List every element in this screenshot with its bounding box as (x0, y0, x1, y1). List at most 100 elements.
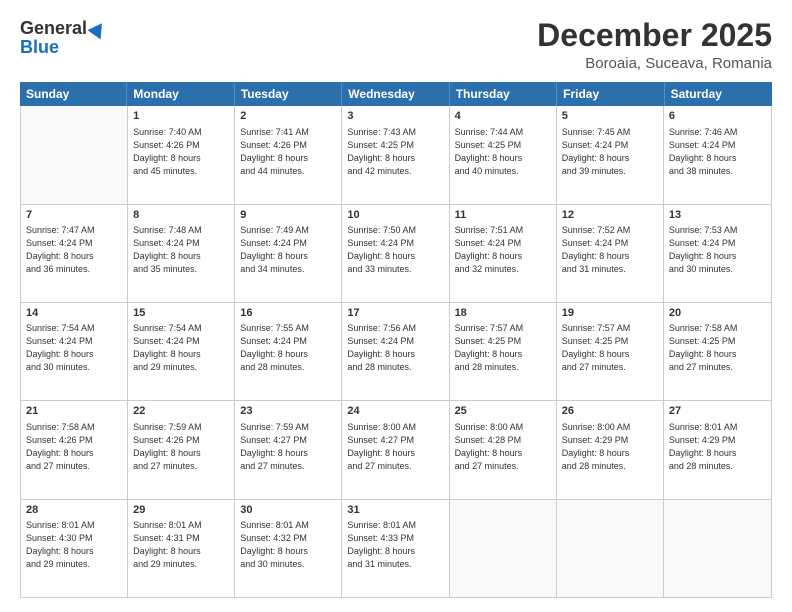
calendar-cell: 20Sunrise: 7:58 AM Sunset: 4:25 PM Dayli… (664, 303, 771, 400)
day-number: 30 (240, 503, 336, 518)
cell-info: Sunrise: 8:00 AM Sunset: 4:27 PM Dayligh… (347, 421, 443, 473)
day-number: 2 (240, 109, 336, 124)
calendar-cell: 9Sunrise: 7:49 AM Sunset: 4:24 PM Daylig… (235, 205, 342, 302)
cell-info: Sunrise: 7:50 AM Sunset: 4:24 PM Dayligh… (347, 224, 443, 276)
calendar-header: SundayMondayTuesdayWednesdayThursdayFrid… (20, 82, 772, 106)
calendar-cell: 5 Sunrise: 7:45 AM Sunset: 4:24 PM Daylig… (557, 106, 664, 203)
calendar-cell: 31Sunrise: 8:01 AM Sunset: 4:33 PM Dayli… (342, 500, 449, 597)
calendar-row-2: 7Sunrise: 7:47 AM Sunset: 4:24 PM Daylig… (21, 205, 771, 303)
day-number: 15 (133, 306, 229, 321)
cell-info: Sunrise: 7:44 AM Sunset: 4:25 PM Dayligh… (455, 126, 551, 178)
calendar-cell: 1Sunrise: 7:40 AM Sunset: 4:26 PM Daylig… (128, 106, 235, 203)
cell-info: Sunrise: 7:51 AM Sunset: 4:24 PM Dayligh… (455, 224, 551, 276)
cell-info: Sunrise: 7:40 AM Sunset: 4:26 PM Dayligh… (133, 126, 229, 178)
cell-info: Sunrise: 7:41 AM Sunset: 4:26 PM Dayligh… (240, 126, 336, 178)
cell-info: Sunrise: 8:01 AM Sunset: 4:33 PM Dayligh… (347, 519, 443, 571)
calendar-page: General Blue December 2025 Boroaia, Suce… (0, 0, 792, 612)
day-number: 23 (240, 404, 336, 419)
cell-info: Sunrise: 7:54 AM Sunset: 4:24 PM Dayligh… (26, 322, 122, 374)
day-number: 29 (133, 503, 229, 518)
calendar-cell: 12Sunrise: 7:52 AM Sunset: 4:24 PM Dayli… (557, 205, 664, 302)
day-number: 12 (562, 208, 658, 223)
calendar-cell: 29Sunrise: 8:01 AM Sunset: 4:31 PM Dayli… (128, 500, 235, 597)
calendar-body: 1Sunrise: 7:40 AM Sunset: 4:26 PM Daylig… (20, 106, 772, 598)
logo-general: General (20, 18, 87, 39)
cell-info: Sunrise: 7:58 AM Sunset: 4:25 PM Dayligh… (669, 322, 766, 374)
logo: General Blue (20, 18, 106, 58)
header-day-tuesday: Tuesday (235, 82, 342, 106)
header: General Blue December 2025 Boroaia, Suce… (20, 18, 772, 72)
header-day-wednesday: Wednesday (342, 82, 449, 106)
calendar-cell: 10Sunrise: 7:50 AM Sunset: 4:24 PM Dayli… (342, 205, 449, 302)
cell-info: Sunrise: 7:57 AM Sunset: 4:25 PM Dayligh… (455, 322, 551, 374)
header-day-friday: Friday (557, 82, 664, 106)
calendar-cell: 25 Sunrise: 8:00 AM Sunset: 4:28 PM Dayli… (450, 401, 557, 498)
cell-info: Sunrise: 7:52 AM Sunset: 4:24 PM Dayligh… (562, 224, 658, 276)
calendar-row-3: 14Sunrise: 7:54 AM Sunset: 4:24 PM Dayli… (21, 303, 771, 401)
day-number: 16 (240, 306, 336, 321)
day-number: 10 (347, 208, 443, 223)
calendar-cell: 7Sunrise: 7:47 AM Sunset: 4:24 PM Daylig… (21, 205, 128, 302)
day-number: 11 (455, 208, 551, 223)
calendar-cell: 3 Sunrise: 7:43 AM Sunset: 4:25 PM Daylig… (342, 106, 449, 203)
day-number: 24 (347, 404, 443, 419)
day-number: 8 (133, 208, 229, 223)
cell-info: Sunrise: 8:00 AM Sunset: 4:29 PM Dayligh… (562, 421, 658, 473)
cell-info: Sunrise: 7:58 AM Sunset: 4:26 PM Dayligh… (26, 421, 122, 473)
header-day-saturday: Saturday (665, 82, 772, 106)
cell-info: Sunrise: 7:59 AM Sunset: 4:26 PM Dayligh… (133, 421, 229, 473)
day-number: 17 (347, 306, 443, 321)
calendar-cell (557, 500, 664, 597)
day-number: 3 (347, 109, 443, 124)
day-number: 5 (562, 109, 658, 124)
cell-info: Sunrise: 7:54 AM Sunset: 4:24 PM Dayligh… (133, 322, 229, 374)
calendar-cell: 14Sunrise: 7:54 AM Sunset: 4:24 PM Dayli… (21, 303, 128, 400)
calendar-cell (21, 106, 128, 203)
calendar-cell: 15Sunrise: 7:54 AM Sunset: 4:24 PM Dayli… (128, 303, 235, 400)
calendar-cell: 27Sunrise: 8:01 AM Sunset: 4:29 PM Dayli… (664, 401, 771, 498)
cell-info: Sunrise: 8:01 AM Sunset: 4:29 PM Dayligh… (669, 421, 766, 473)
cell-info: Sunrise: 7:49 AM Sunset: 4:24 PM Dayligh… (240, 224, 336, 276)
day-number: 18 (455, 306, 551, 321)
calendar-cell: 26Sunrise: 8:00 AM Sunset: 4:29 PM Dayli… (557, 401, 664, 498)
logo-blue: Blue (20, 37, 59, 58)
day-number: 22 (133, 404, 229, 419)
day-number: 20 (669, 306, 766, 321)
day-number: 13 (669, 208, 766, 223)
calendar-row-1: 1Sunrise: 7:40 AM Sunset: 4:26 PM Daylig… (21, 106, 771, 204)
calendar-row-5: 28Sunrise: 8:01 AM Sunset: 4:30 PM Dayli… (21, 500, 771, 597)
cell-info: Sunrise: 7:48 AM Sunset: 4:24 PM Dayligh… (133, 224, 229, 276)
calendar-cell: 21Sunrise: 7:58 AM Sunset: 4:26 PM Dayli… (21, 401, 128, 498)
calendar: SundayMondayTuesdayWednesdayThursdayFrid… (20, 82, 772, 598)
cell-info: Sunrise: 8:00 AM Sunset: 4:28 PM Dayligh… (455, 421, 551, 473)
day-number: 6 (669, 109, 766, 124)
day-number: 25 (455, 404, 551, 419)
calendar-cell: 16Sunrise: 7:55 AM Sunset: 4:24 PM Dayli… (235, 303, 342, 400)
cell-info: Sunrise: 8:01 AM Sunset: 4:31 PM Dayligh… (133, 519, 229, 571)
calendar-cell: 17Sunrise: 7:56 AM Sunset: 4:24 PM Dayli… (342, 303, 449, 400)
calendar-cell: 8Sunrise: 7:48 AM Sunset: 4:24 PM Daylig… (128, 205, 235, 302)
logo-icon (87, 18, 108, 39)
cell-info: Sunrise: 7:45 AM Sunset: 4:24 PM Dayligh… (562, 126, 658, 178)
calendar-cell (664, 500, 771, 597)
calendar-cell: 19Sunrise: 7:57 AM Sunset: 4:25 PM Dayli… (557, 303, 664, 400)
cell-info: Sunrise: 8:01 AM Sunset: 4:30 PM Dayligh… (26, 519, 122, 571)
calendar-cell: 24 Sunrise: 8:00 AM Sunset: 4:27 PM Dayli… (342, 401, 449, 498)
calendar-cell: 18Sunrise: 7:57 AM Sunset: 4:25 PM Dayli… (450, 303, 557, 400)
cell-info: Sunrise: 7:57 AM Sunset: 4:25 PM Dayligh… (562, 322, 658, 374)
day-number: 4 (455, 109, 551, 124)
day-number: 31 (347, 503, 443, 518)
calendar-row-4: 21Sunrise: 7:58 AM Sunset: 4:26 PM Dayli… (21, 401, 771, 499)
day-number: 14 (26, 306, 122, 321)
day-number: 28 (26, 503, 122, 518)
day-number: 7 (26, 208, 122, 223)
cell-info: Sunrise: 7:53 AM Sunset: 4:24 PM Dayligh… (669, 224, 766, 276)
calendar-cell: 30Sunrise: 8:01 AM Sunset: 4:32 PM Dayli… (235, 500, 342, 597)
day-number: 19 (562, 306, 658, 321)
cell-info: Sunrise: 8:01 AM Sunset: 4:32 PM Dayligh… (240, 519, 336, 571)
cell-info: Sunrise: 7:55 AM Sunset: 4:24 PM Dayligh… (240, 322, 336, 374)
month-year-title: December 2025 (537, 18, 772, 53)
calendar-cell: 11Sunrise: 7:51 AM Sunset: 4:24 PM Dayli… (450, 205, 557, 302)
cell-info: Sunrise: 7:43 AM Sunset: 4:25 PM Dayligh… (347, 126, 443, 178)
calendar-cell (450, 500, 557, 597)
